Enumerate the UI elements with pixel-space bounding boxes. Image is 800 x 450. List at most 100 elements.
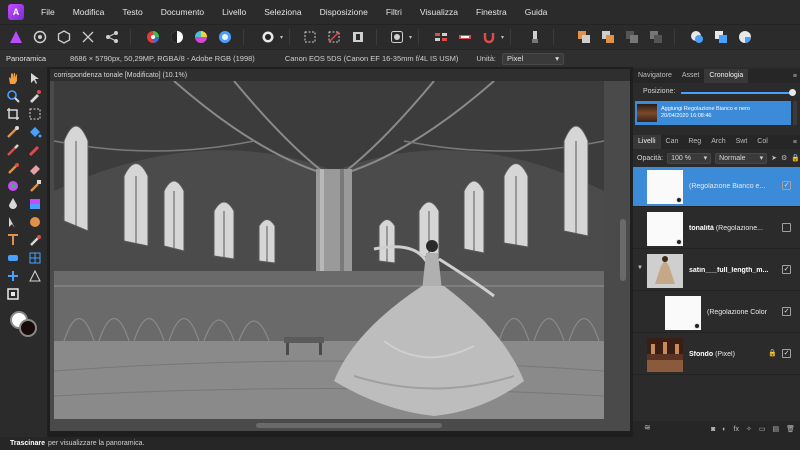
selection-mode-icon[interactable] [260,29,276,45]
pen-tool-icon[interactable] [6,215,20,229]
selection-brush-tool-icon[interactable] [6,125,20,139]
vector-crop-tool-icon[interactable] [28,269,42,283]
smudge-tool-icon[interactable] [6,179,20,193]
liquify-persona-icon[interactable] [32,29,48,45]
add-layer-icon[interactable]: ▤ [772,425,779,433]
layer-row[interactable]: (Regolazione Bianco e... ✓ [633,167,800,207]
tab-cronologia[interactable]: Cronologia [704,69,749,83]
window-mode-icon[interactable] [713,29,729,45]
delete-layer-icon[interactable]: 🗑 [786,425,795,433]
horizontal-scrollbar[interactable] [256,423,442,428]
mesh-warp-tool-icon[interactable] [28,251,42,265]
menu-livello[interactable]: Livello [213,7,255,17]
tab-can[interactable]: Can [661,135,684,149]
marquee-select-icon[interactable] [302,29,318,45]
document-image[interactable] [54,81,604,419]
opacity-select[interactable]: 100 % ▾ [667,152,712,164]
layer-visibility-checkbox[interactable]: ✓ [782,349,791,358]
dodge-tool-icon[interactable] [6,161,20,175]
tab-col[interactable]: Col [752,135,773,149]
layer-visibility-checkbox[interactable]: ✓ [782,307,791,316]
chevron-down-icon[interactable]: ▾ [280,34,283,41]
panel-menu-icon[interactable]: ≡ [793,73,797,80]
hsl-icon[interactable] [193,29,209,45]
snapping-magnet-icon[interactable] [481,29,497,45]
blend-mode-select[interactable]: Normale ▾ [715,152,768,164]
arrange-back-icon[interactable] [576,29,592,45]
export-persona-icon[interactable] [104,29,120,45]
tab-swt[interactable]: Swt [731,135,753,149]
menu-documento[interactable]: Documento [152,7,213,17]
sponge-tool-icon[interactable] [6,251,20,265]
shape-tool-icon[interactable] [28,215,42,229]
gradient-tool-icon[interactable] [28,197,42,211]
secondary-color-swatch[interactable] [19,319,37,337]
marquee-tool-icon[interactable] [28,107,42,121]
move-tool-icon[interactable] [28,71,42,85]
arrange-backward-icon[interactable] [600,29,616,45]
blur-tool-icon[interactable] [6,197,20,211]
menu-seleziona[interactable]: Seleziona [255,7,310,17]
color-swatch[interactable] [10,311,38,337]
unit-select[interactable]: Pixel ▾ [501,52,564,65]
view-mode-icon[interactable] [689,29,705,45]
tone-mapping-persona-icon[interactable] [80,29,96,45]
layer-visibility-checkbox[interactable] [782,223,791,232]
menu-modifica[interactable]: Modifica [64,7,114,17]
arrange-forward-icon[interactable] [624,29,640,45]
tab-asset[interactable]: Asset [677,69,705,83]
contrast-icon[interactable] [169,29,185,45]
layer-row[interactable]: Sfondo (Pixel) 🔒 ✓ [633,335,800,375]
menu-filtri[interactable]: Filtri [377,7,411,17]
arrange-front-icon[interactable] [648,29,664,45]
tab-navigatore[interactable]: Navigatore [633,69,677,83]
clone-tool-icon[interactable] [28,179,42,193]
layer-row[interactable]: ▼ satin___full_length_m... ✓ [633,251,800,291]
history-entry[interactable]: Aggiungi Regolazione Bianco e nero 20/04… [635,101,791,125]
chevron-down-icon[interactable]: ▾ [501,34,504,41]
layer-stack-icon[interactable]: ≋ [644,423,651,432]
assistant-icon[interactable] [457,29,473,45]
color-picker-tool-icon[interactable] [28,89,42,103]
hand-tool-icon[interactable] [6,71,20,85]
history-scrollbar[interactable] [793,101,797,125]
photo-persona-icon[interactable] [8,29,24,45]
layer-row[interactable]: (Regolazione Color ✓ [633,293,800,333]
group-layers-icon[interactable]: ▭ [759,425,766,433]
layer-visibility-checkbox[interactable]: ✓ [782,265,791,274]
layer-visibility-checkbox[interactable]: ✓ [782,181,791,190]
crop-tool-icon[interactable] [6,107,20,121]
quick-mask-icon[interactable] [389,29,405,45]
menu-visualizza[interactable]: Visualizza [411,7,467,17]
paint-brush-tool-icon[interactable] [6,143,20,157]
gear-icon[interactable]: ⚙ [781,154,787,162]
tab-reg[interactable]: Reg [683,135,706,149]
position-slider-handle[interactable] [789,89,796,96]
invert-selection-icon[interactable] [350,29,366,45]
brush-settings-icon[interactable] [527,29,543,45]
menu-disposizione[interactable]: Disposizione [311,7,377,17]
color-wheel-icon[interactable] [145,29,161,45]
menu-testo[interactable]: Testo [113,7,151,17]
panel-menu-icon[interactable]: ≡ [793,139,797,146]
layer-row[interactable]: tonalità (Regolazione... [633,209,800,249]
adjustment-layer-icon[interactable]: ◐ [722,426,726,433]
inpainting-tool-icon[interactable] [28,233,42,247]
zoom-tool-icon[interactable] [6,89,20,103]
mask-layer-icon[interactable]: ◙ [711,426,715,433]
pixel-tool-icon[interactable] [28,143,42,157]
deselect-icon[interactable] [326,29,342,45]
tab-livelli[interactable]: Livelli [633,135,661,149]
chevron-down-icon[interactable]: ▾ [409,34,412,41]
layer-select-tool-icon[interactable] [6,287,20,301]
vertical-scrollbar[interactable] [620,219,626,281]
canvas-area[interactable] [50,81,630,431]
account-icon[interactable] [737,29,753,45]
menu-finestra[interactable]: Finestra [467,7,516,17]
perspective-tool-icon[interactable] [6,269,20,283]
fx-icon[interactable]: fx [734,426,739,433]
live-filter-icon[interactable]: ✧ [746,425,752,433]
document-tab[interactable]: corrispondenza tonale [Modificato] (10.1… [50,69,630,81]
tab-arch[interactable]: Arch [706,135,730,149]
white-balance-icon[interactable] [217,29,233,45]
